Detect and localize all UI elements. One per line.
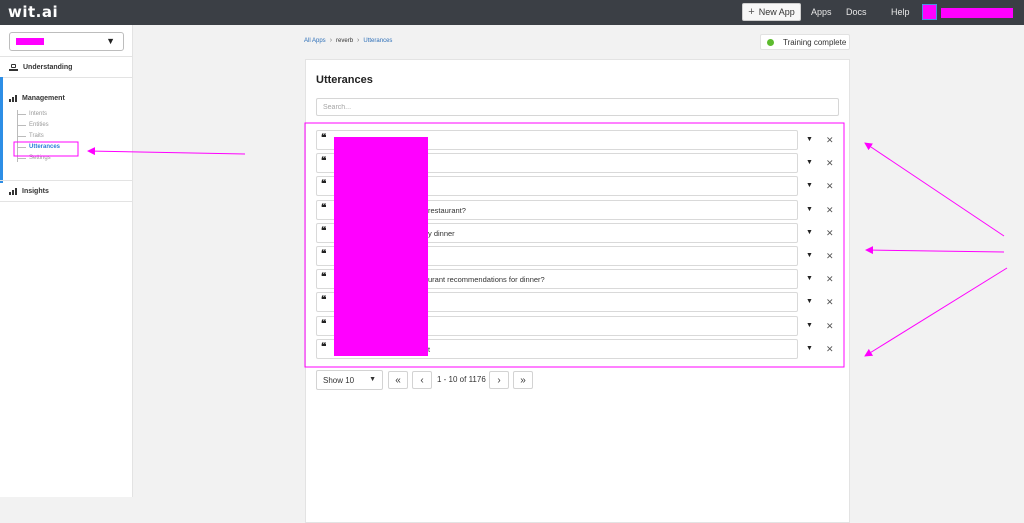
next-page-button[interactable]: › [489, 371, 509, 389]
new-app-button[interactable]: + New App [742, 3, 801, 21]
new-app-label: New App [758, 7, 795, 17]
avatar[interactable] [922, 4, 937, 20]
chevron-down-icon[interactable]: ▼ [806, 298, 813, 305]
sidebar-item-management[interactable]: Management [0, 87, 133, 109]
chevron-down-icon[interactable]: ▼ [806, 229, 813, 236]
page-size-label: Show 10 [323, 375, 355, 385]
chevron-down-icon[interactable]: ▼ [806, 159, 813, 166]
subnav-item-intents[interactable]: Intents [17, 109, 60, 120]
annotation-arrow [865, 246, 1005, 255]
chevron-down-icon: ▼ [106, 36, 115, 46]
subnav-item-settings[interactable]: Settings [17, 153, 60, 164]
remove-utterance-icon[interactable]: ✕ [826, 228, 834, 239]
remove-utterance-icon[interactable]: ✕ [826, 135, 834, 146]
understanding-icon [9, 63, 18, 71]
sidebar-item-understanding[interactable]: Understanding [0, 56, 133, 78]
remove-utterance-icon[interactable]: ✕ [826, 274, 834, 285]
chevron-down-icon[interactable]: ▼ [806, 182, 813, 189]
utterance-text[interactable]: y dinner [428, 229, 455, 238]
remove-utterance-icon[interactable]: ✕ [826, 158, 834, 169]
redacted-username [941, 8, 1013, 18]
chevron-down-icon[interactable]: ▼ [806, 206, 813, 213]
quote-icon: ❝ [321, 179, 327, 190]
subnav-item-utterances[interactable]: Utterances [17, 142, 60, 153]
subnav-item-traits[interactable]: Traits [17, 131, 60, 142]
annotation-arrow [864, 142, 1005, 237]
page-title: Utterances [316, 74, 373, 86]
breadcrumb-separator: › [329, 37, 333, 44]
quote-icon: ❝ [321, 156, 327, 167]
redacted-utterance-text [334, 137, 428, 356]
utterance-text[interactable]: urant recommendations for dinner? [428, 275, 545, 284]
remove-utterance-icon[interactable]: ✕ [826, 181, 834, 192]
first-page-button[interactable]: « [388, 371, 408, 389]
breadcrumb-app[interactable]: reverb [336, 38, 353, 44]
breadcrumb-current[interactable]: Utterances [363, 38, 392, 44]
wit-logo[interactable]: wit.ai [8, 3, 58, 21]
prev-page-button[interactable]: ‹ [412, 371, 432, 389]
quote-icon: ❝ [321, 203, 327, 214]
sidebar-item-insights[interactable]: Insights [0, 180, 133, 202]
top-bar: wit.ai + New App Apps Docs Help [0, 0, 1024, 25]
status-dot-icon [767, 38, 774, 46]
last-page-button[interactable]: » [513, 371, 533, 389]
plus-icon: + [748, 5, 755, 18]
search-input[interactable] [316, 98, 839, 116]
quote-icon: ❝ [321, 249, 327, 260]
bar-chart-icon [9, 187, 17, 195]
chevron-down-icon[interactable]: ▼ [806, 345, 813, 352]
quote-icon: ❝ [321, 342, 327, 353]
breadcrumb-separator: › [357, 37, 360, 44]
annotation-arrow [864, 267, 1008, 357]
utterance-text[interactable]: restaurant? [428, 206, 466, 215]
quote-icon: ❝ [321, 272, 327, 283]
app-selector[interactable]: ▼ [9, 32, 124, 51]
page-size-select[interactable]: Show 10 ▼ [316, 370, 383, 390]
subnav-item-entities[interactable]: Entities [17, 120, 60, 131]
chevron-down-icon: ▼ [369, 376, 376, 383]
sidebar-item-label: Insights [22, 187, 49, 195]
quote-icon: ❝ [321, 133, 327, 144]
sidebar-item-label: Management [22, 94, 65, 102]
page-range-label: 1 - 10 of 1176 [437, 375, 486, 384]
help-link[interactable]: Help [891, 7, 910, 17]
sidebar-item-label: Understanding [23, 63, 73, 71]
management-subnav: Intents Entities Traits Utterances Setti… [17, 109, 60, 164]
remove-utterance-icon[interactable]: ✕ [826, 251, 834, 262]
quote-icon: ❝ [321, 319, 327, 330]
redacted-app-name [16, 38, 44, 45]
training-status-badge: Training complete [760, 34, 850, 50]
apps-link[interactable]: Apps [811, 7, 832, 17]
remove-utterance-icon[interactable]: ✕ [826, 297, 834, 308]
utterance-text[interactable]: t [428, 345, 430, 354]
docs-link[interactable]: Docs [846, 7, 867, 17]
training-status-label: Training complete [783, 37, 847, 47]
bar-chart-icon [9, 94, 17, 102]
remove-utterance-icon[interactable]: ✕ [826, 205, 834, 216]
remove-utterance-icon[interactable]: ✕ [826, 344, 834, 355]
breadcrumb-all-apps[interactable]: All Apps [304, 38, 326, 44]
quote-icon: ❝ [321, 295, 327, 306]
chevron-down-icon[interactable]: ▼ [806, 275, 813, 282]
chevron-down-icon[interactable]: ▼ [806, 136, 813, 143]
chevron-down-icon[interactable]: ▼ [806, 322, 813, 329]
breadcrumb: All Apps › reverb › Utterances [304, 37, 392, 44]
remove-utterance-icon[interactable]: ✕ [826, 321, 834, 332]
chevron-down-icon[interactable]: ▼ [806, 252, 813, 259]
quote-icon: ❝ [321, 226, 327, 237]
